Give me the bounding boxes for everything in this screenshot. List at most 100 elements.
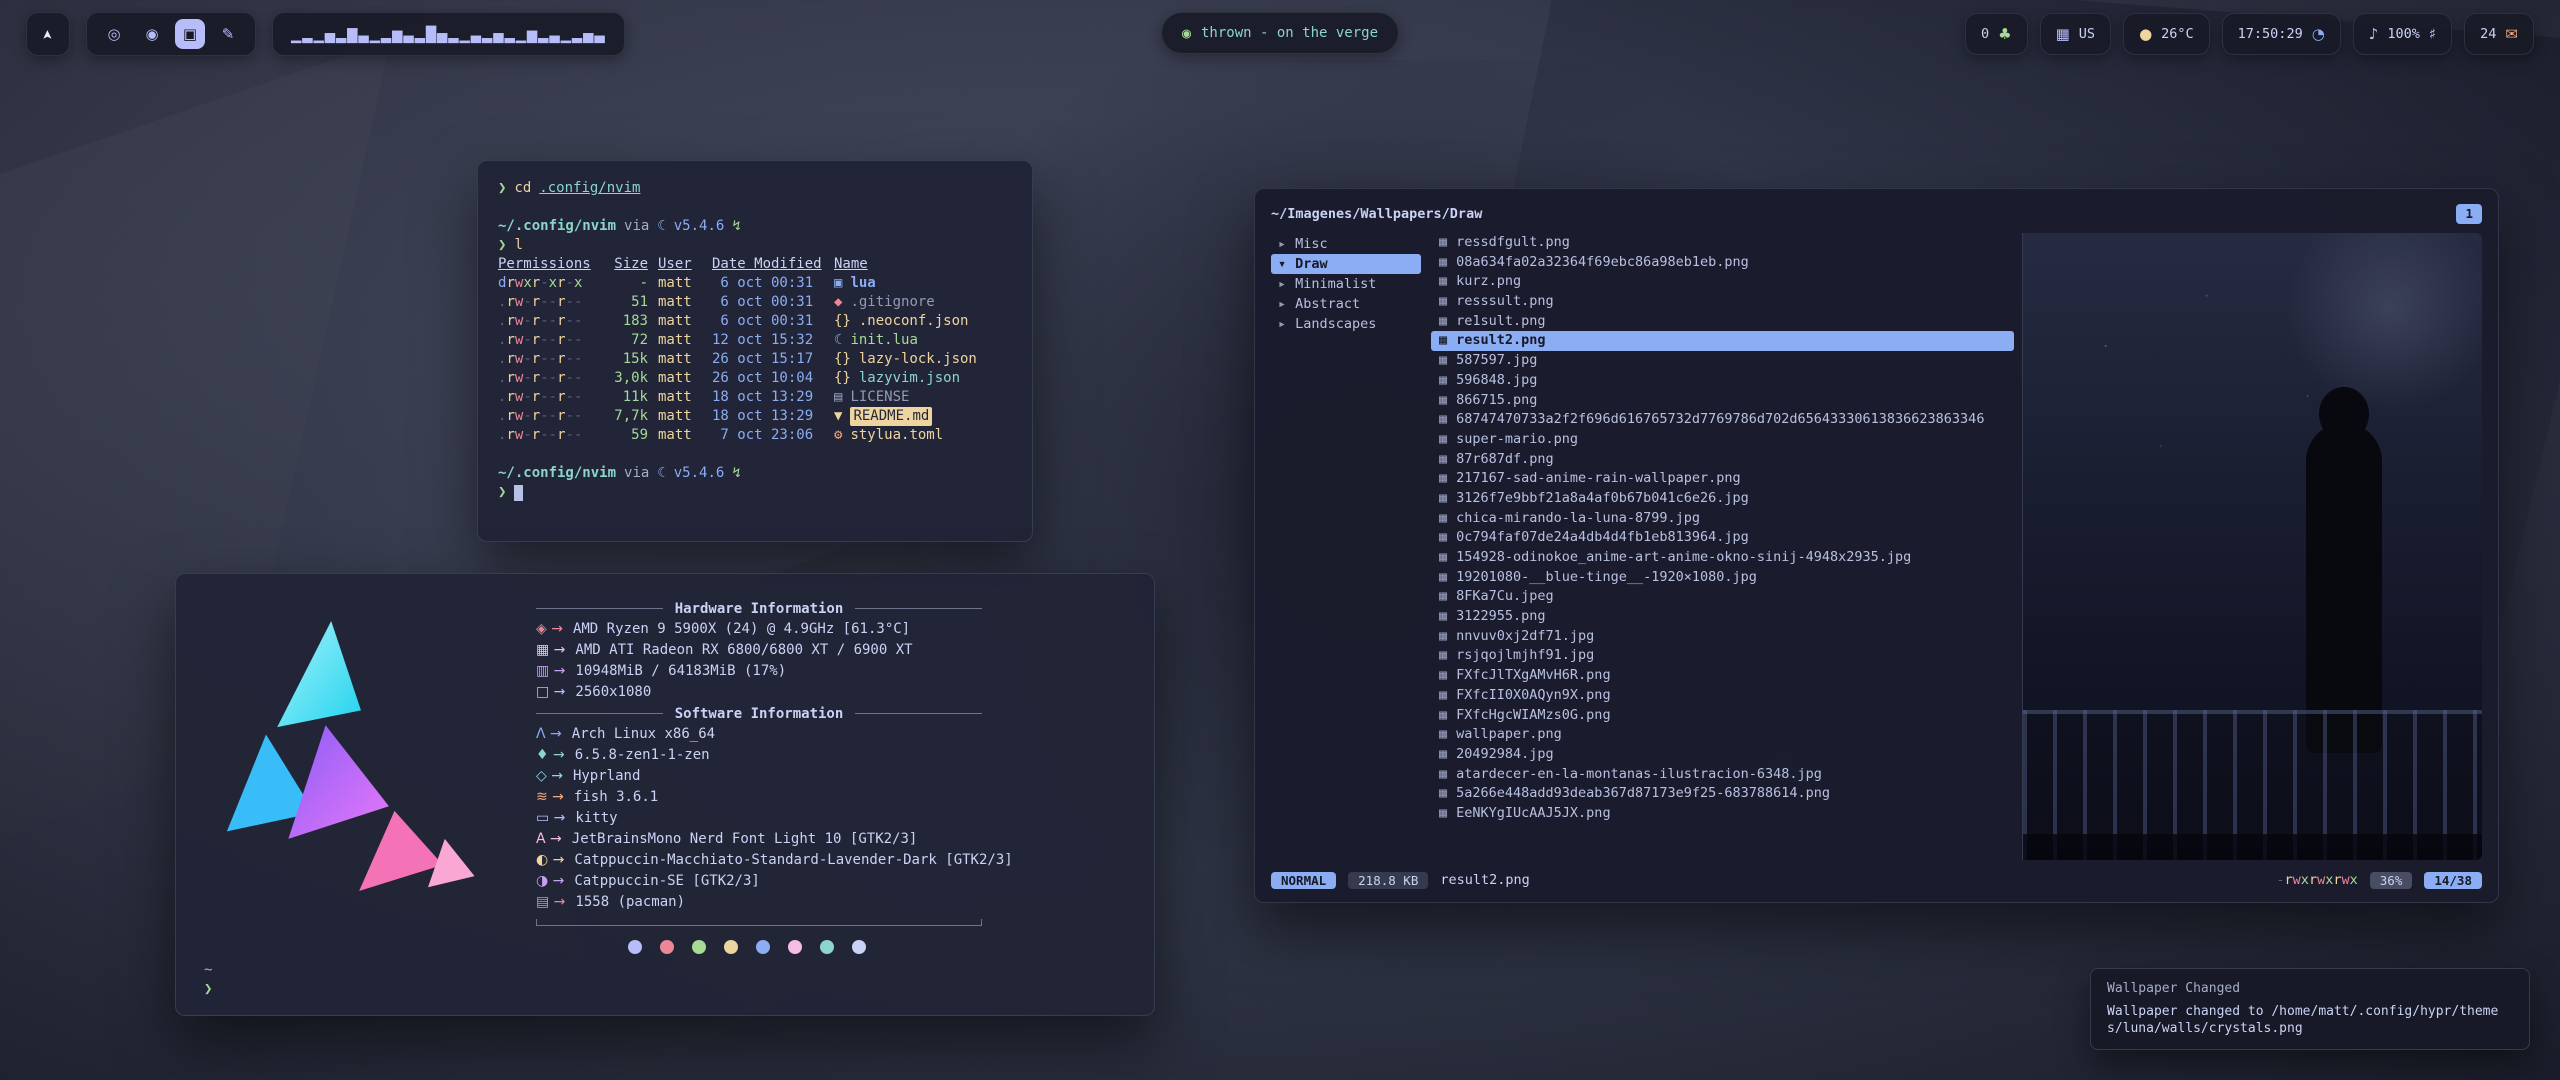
file-type-icon: {} <box>834 312 851 331</box>
file-type-icon: ◆ <box>834 293 842 312</box>
image-preview <box>2022 233 2482 860</box>
file-item[interactable]: ▦ 154928-odinokoe_anime-art-anime-okno-s… <box>1431 548 2014 568</box>
file-item[interactable]: ▦ 3122955.png <box>1431 607 2014 627</box>
file-item[interactable]: ▦ 68747470733a2f2f696d616765732d7769786d… <box>1431 410 2014 430</box>
file-size: 183 <box>604 312 648 331</box>
image-file-icon: ▦ <box>1439 568 1447 588</box>
file-item[interactable]: ▦ wallpaper.png <box>1431 725 2014 745</box>
launcher-button[interactable]: ➤ <box>26 12 70 56</box>
workspace-button[interactable]: ◎ <box>99 19 129 49</box>
directory-name: Minimalist <box>1295 274 1376 294</box>
status-module[interactable]: ▦ US <box>2040 13 2111 55</box>
file-item[interactable]: ▦ nnvuv0xj2df71.jpg <box>1431 627 2014 647</box>
file-name: FXfcJlTXgAMvH6R.png <box>1456 666 1610 686</box>
image-file-icon: ▦ <box>1439 430 1447 450</box>
ls-file-row: .rw-r--r-- 15k matt 26 oct 15:17 {} lazy… <box>498 350 1012 369</box>
file-item[interactable]: ▦ 217167-sad-anime-rain-wallpaper.png <box>1431 469 2014 489</box>
tab-count-badge[interactable]: 1 <box>2456 204 2482 224</box>
file-item[interactable]: ▦ 596848.jpg <box>1431 371 2014 391</box>
file-type-icon: ☾ <box>834 331 842 350</box>
directory-item[interactable]: ▸ Landscapes <box>1271 314 1421 334</box>
audio-visualizer[interactable]: ▁▂▁▄▂▆▃▁▂▅▃▂▇▄▂▁▃▂▄▂▁▅▂▃▁▂▄▃ <box>272 12 625 56</box>
file-type-icon: ▼ <box>834 407 842 426</box>
file-name: 154928-odinokoe_anime-art-anime-okno-sin… <box>1456 548 1911 568</box>
file-name: 0c794faf07de24a4db4d4fb1eb813964.jpg <box>1456 528 1749 548</box>
file-item[interactable]: ▦ EeNKYgIUcAAJ5JX.png <box>1431 804 2014 824</box>
file-item[interactable]: ▦ 3126f7e9bbf21a8a4af0b67b041c6e26.jpg <box>1431 489 2014 509</box>
image-file-icon: ▦ <box>1439 253 1447 273</box>
file-item[interactable]: ▦ chica-mirando-la-luna-8799.jpg <box>1431 509 2014 529</box>
file-item[interactable]: ▦ result2.png <box>1431 331 2014 351</box>
terminal-window[interactable]: ❯ cd .config/nvim ~/.config/nvim via ☾ v… <box>477 160 1033 542</box>
directory-item[interactable]: ▸ Misc <box>1271 234 1421 254</box>
status-module[interactable]: 24 ✉ <box>2464 13 2534 55</box>
workspace-button[interactable]: ✎ <box>213 19 243 49</box>
palette-dot <box>628 940 642 954</box>
file-item[interactable]: ▦ 8FKa7Cu.jpeg <box>1431 587 2014 607</box>
file-item[interactable]: ▦ 20492984.jpg <box>1431 745 2014 765</box>
file-item[interactable]: ▦ atardecer-en-la-montanas-ilustracion-6… <box>1431 765 2014 785</box>
info-icon: Λ → <box>536 724 562 745</box>
info-line: ◈ → AMD Ryzen 9 5900X (24) @ 4.9GHz [61.… <box>536 619 1126 640</box>
info-line: ▥ → 10948MiB / 64183MiB (17%) <box>536 661 1126 682</box>
ls-file-row: .rw-r--r-- 183 matt 6 oct 00:31 {} .neoc… <box>498 312 1012 331</box>
palette-dot <box>724 940 738 954</box>
status-module[interactable]: 17:50:29 ◔ <box>2222 13 2341 55</box>
file-item[interactable]: ▦ 587597.jpg <box>1431 351 2014 371</box>
file-size: 72 <box>604 331 648 350</box>
directory-item[interactable]: ▾ Draw <box>1271 254 1421 274</box>
file-manager-window[interactable]: ~/Imagenes/Wallpapers/Draw 1 ▸ Misc ▾ Dr… <box>1254 188 2499 903</box>
media-player-module[interactable]: ◉ thrown - on the verge <box>1161 12 1399 54</box>
file-name: 08a634fa02a32364f69ebc86a98eb1eb.png <box>1456 253 1749 273</box>
image-file-icon: ▦ <box>1439 646 1447 666</box>
file-item[interactable]: ▦ rsjqojlmjhf91.jpg <box>1431 646 2014 666</box>
info-icon: ◐ → <box>536 850 564 871</box>
module-left-icon: ♪ <box>2369 25 2379 43</box>
file-item[interactable]: ▦ 866715.png <box>1431 391 2014 411</box>
file-item[interactable]: ▦ FXfcJlTXgAMvH6R.png <box>1431 666 2014 686</box>
file-item[interactable]: ▦ 08a634fa02a32364f69ebc86a98eb1eb.png <box>1431 253 2014 273</box>
directory-item[interactable]: ▸ Minimalist <box>1271 274 1421 294</box>
file-item[interactable]: ▦ resssult.png <box>1431 292 2014 312</box>
file-name: super-mario.png <box>1456 430 1578 450</box>
palette-dot <box>820 940 834 954</box>
status-module[interactable]: ● 26°C <box>2123 13 2210 55</box>
file-item[interactable]: ▦ FXfcHgcWIAMzs0G.png <box>1431 706 2014 726</box>
workspace-icon: ◎ <box>107 25 120 43</box>
status-module[interactable]: 0 ♣ <box>1965 13 2028 55</box>
workspace-button[interactable]: ◉ <box>137 19 167 49</box>
info-line: ◐ → Catppuccin-Macchiato-Standard-Lavend… <box>536 850 1126 871</box>
image-file-icon: ▦ <box>1439 331 1447 351</box>
file-size: 11k <box>604 388 648 407</box>
file-item[interactable]: ▦ ressdfgult.png <box>1431 233 2014 253</box>
file-owner: matt <box>658 331 702 350</box>
file-name: lazy-lock.json <box>859 350 977 369</box>
terminal-input-line[interactable]: ❯ <box>498 483 1012 502</box>
file-date: 6 oct 00:31 <box>712 274 824 293</box>
fetch-terminal-window[interactable]: Hardware Information ◈ → AMD Ryzen 9 590… <box>175 573 1155 1016</box>
file-name: .neoconf.json <box>859 312 969 331</box>
ls-file-row: .rw-r--r-- 3,0k matt 26 oct 10:04 {} laz… <box>498 369 1012 388</box>
terminal-command-line: ❯ l <box>498 236 1012 255</box>
image-file-icon: ▦ <box>1439 607 1447 627</box>
file-item[interactable]: ▦ 87r687df.png <box>1431 450 2014 470</box>
file-item[interactable]: ▦ kurz.png <box>1431 272 2014 292</box>
cwd: ~/.config/nvim <box>498 217 616 236</box>
file-item[interactable]: ▦ FXfcII0X0AQyn9X.png <box>1431 686 2014 706</box>
directory-name: Draw <box>1295 254 1328 274</box>
workspace-button[interactable]: ▣ <box>175 19 205 49</box>
status-module[interactable]: ♪ 100% ♯ <box>2353 13 2452 55</box>
file-item[interactable]: ▦ 5a266e448add93deab367d87173e9f25-68378… <box>1431 784 2014 804</box>
info-line: ♦ → 6.5.8-zen1-1-zen <box>536 745 1126 766</box>
module-label: US <box>2079 26 2095 42</box>
file-item[interactable]: ▦ super-mario.png <box>1431 430 2014 450</box>
directory-item[interactable]: ▸ Abstract <box>1271 294 1421 314</box>
ls-file-row: .rw-r--r-- 72 matt 12 oct 15:32 ☾ init.l… <box>498 331 1012 350</box>
file-item[interactable]: ▦ 19201080-__blue-tinge__-1920×1080.jpg <box>1431 568 2014 588</box>
image-file-icon: ▦ <box>1439 706 1447 726</box>
file-item[interactable]: ▦ re1sult.png <box>1431 312 2014 332</box>
file-name: LICENSE <box>850 388 909 407</box>
file-item[interactable]: ▦ 0c794faf07de24a4db4d4fb1eb813964.jpg <box>1431 528 2014 548</box>
notification-popup[interactable]: Wallpaper Changed Wallpaper changed to /… <box>2090 968 2530 1050</box>
file-type-icon: ▤ <box>834 388 842 407</box>
